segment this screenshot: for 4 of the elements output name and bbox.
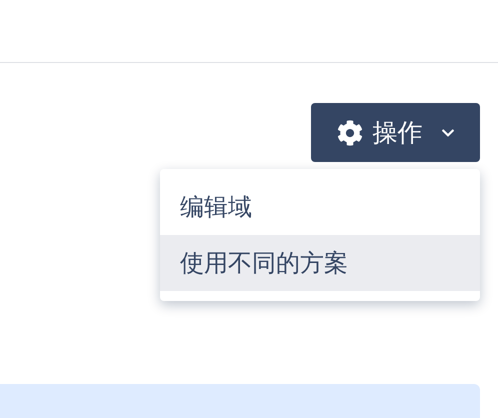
settings-icon (336, 120, 362, 146)
menu-item[interactable]: 编辑域 (160, 179, 480, 235)
menu-item[interactable]: 使用不同的方案 (160, 235, 480, 291)
actions-button[interactable]: 操作 (311, 103, 480, 162)
